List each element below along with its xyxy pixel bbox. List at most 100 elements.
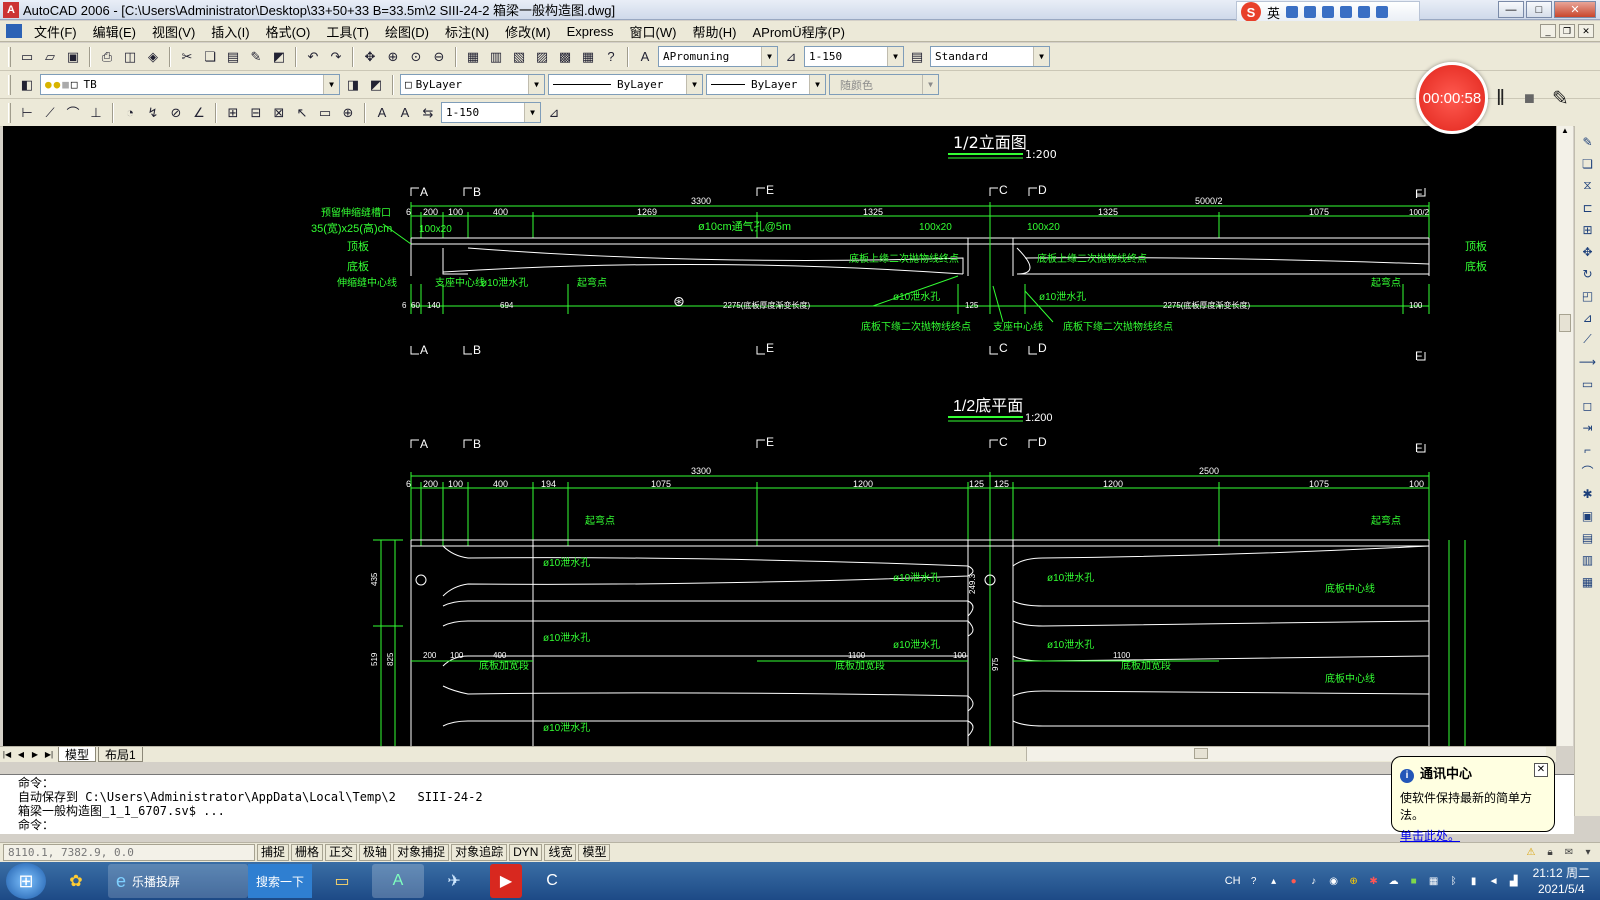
- toggle-grid[interactable]: 栅格: [291, 844, 324, 861]
- move-icon[interactable]: ✥: [1578, 242, 1598, 261]
- moon-icon[interactable]: [1286, 6, 1299, 18]
- color-control[interactable]: □ ByLayer ▼: [400, 74, 545, 95]
- clock[interactable]: 21:12 周二 2021/5/4: [1533, 865, 1590, 897]
- ime-toolbar[interactable]: S 英: [1236, 1, 1420, 23]
- menu-view[interactable]: 视图(V): [144, 22, 203, 41]
- cad-tool-icon[interactable]: ✈: [428, 864, 480, 898]
- menu-dimension[interactable]: 标注(N): [437, 22, 497, 41]
- pan-icon[interactable]: ✥: [360, 47, 380, 67]
- extend-icon[interactable]: ⟶: [1578, 352, 1598, 371]
- next-tab-icon[interactable]: ▶: [28, 748, 42, 762]
- rotate-icon[interactable]: ↻: [1578, 264, 1598, 283]
- last-tab-icon[interactable]: ▶|: [42, 748, 56, 762]
- make-current-icon[interactable]: ◨: [343, 75, 363, 95]
- chamfer-icon[interactable]: ⌐: [1578, 440, 1598, 459]
- dim-style-icon[interactable]: ⊿: [781, 47, 801, 67]
- menu-modify[interactable]: 修改(M): [497, 22, 559, 41]
- draworder-under-icon[interactable]: ▦: [1578, 572, 1598, 591]
- input-language[interactable]: CH: [1225, 875, 1241, 887]
- gpu-icon[interactable]: ■: [1407, 874, 1421, 888]
- balloon-close-button[interactable]: ✕: [1534, 763, 1548, 777]
- break-at-point-icon[interactable]: ◻: [1578, 396, 1598, 415]
- tab-model[interactable]: 模型: [58, 747, 97, 762]
- chevron-down-icon[interactable]: ▼: [323, 75, 339, 94]
- cut-icon[interactable]: ✂: [177, 47, 197, 67]
- doc-restore-icon[interactable]: ❐: [1559, 24, 1575, 38]
- keyboard-icon[interactable]: [1322, 6, 1335, 18]
- trim-icon[interactable]: ⟋: [1578, 330, 1598, 349]
- sogou-logo-icon[interactable]: S: [1241, 2, 1261, 22]
- quick-dim-icon[interactable]: ⊞: [223, 103, 243, 123]
- first-tab-icon[interactable]: |◀: [0, 748, 14, 762]
- punctuation-icon[interactable]: [1304, 6, 1317, 18]
- angular-dim-icon[interactable]: ∠: [189, 103, 209, 123]
- chevron-down-icon[interactable]: ▼: [524, 103, 540, 122]
- mirror-icon[interactable]: ⧖: [1578, 176, 1598, 195]
- antivirus-icon[interactable]: ✱: [1367, 874, 1381, 888]
- linear-dim-icon[interactable]: ⊢: [17, 103, 37, 123]
- dim-edit-icon[interactable]: A: [372, 103, 392, 123]
- lineweight-control[interactable]: ByLayer ▼: [706, 74, 826, 95]
- markup-icon[interactable]: ▩: [555, 47, 575, 67]
- properties-icon[interactable]: ▦: [463, 47, 483, 67]
- undo-icon[interactable]: ↶: [303, 47, 323, 67]
- match-properties-icon[interactable]: ✎: [246, 47, 266, 67]
- design-center-icon[interactable]: ▥: [486, 47, 506, 67]
- block-editor-icon[interactable]: ◩: [269, 47, 289, 67]
- table-style-icon[interactable]: ▤: [907, 47, 927, 67]
- toggle-osnap[interactable]: 对象捕捉: [393, 844, 450, 861]
- fillet-icon[interactable]: ⌒: [1578, 462, 1598, 481]
- radius-dim-icon[interactable]: ◔: [120, 103, 140, 123]
- add-icon[interactable]: ⊕: [1347, 874, 1361, 888]
- save-icon[interactable]: ▣: [63, 47, 83, 67]
- tolerance-icon[interactable]: ▭: [315, 103, 335, 123]
- doc-minimize-icon[interactable]: _: [1540, 24, 1556, 38]
- power-icon[interactable]: ▮: [1467, 874, 1481, 888]
- calculator-icon[interactable]: ▦: [578, 47, 598, 67]
- chevron-down-icon[interactable]: ▼: [1033, 47, 1049, 66]
- doc-close-icon[interactable]: ✕: [1578, 24, 1594, 38]
- publish-icon[interactable]: ◈: [143, 47, 163, 67]
- open-icon[interactable]: ▱: [40, 47, 60, 67]
- center-mark-icon[interactable]: ⊕: [338, 103, 358, 123]
- menu-arrow-icon[interactable]: ▾: [1580, 845, 1596, 860]
- menu-insert[interactable]: 插入(I): [203, 22, 257, 41]
- copy-icon[interactable]: ❏: [200, 47, 220, 67]
- redo-icon[interactable]: ↷: [326, 47, 346, 67]
- maximize-button[interactable]: □: [1526, 1, 1552, 18]
- vertical-scroll-thumb[interactable]: [1559, 314, 1571, 332]
- menu-draw[interactable]: 绘图(D): [377, 22, 437, 41]
- recorder-tray-icon[interactable]: ●: [1287, 874, 1301, 888]
- toggle-dyn[interactable]: DYN: [509, 844, 543, 861]
- layer-manager-icon[interactable]: ◧: [17, 75, 37, 95]
- pen-icon[interactable]: ✎: [1552, 84, 1569, 112]
- menu-tools[interactable]: 工具(T): [318, 22, 377, 41]
- security-icon[interactable]: ◉: [1327, 874, 1341, 888]
- new-icon[interactable]: ▭: [17, 47, 37, 67]
- baseline-dim-icon[interactable]: ⊟: [246, 103, 266, 123]
- array-icon[interactable]: ⊞: [1578, 220, 1598, 239]
- arc-length-icon[interactable]: ⌒: [63, 103, 83, 123]
- cad-drawing[interactable]: 1/2立面图 1:200 A B E C D F 3300 5000/2 6 2…: [3, 126, 1556, 746]
- print-icon[interactable]: ⎙: [97, 47, 117, 67]
- scale-icon[interactable]: ◰: [1578, 286, 1598, 305]
- dim-update-icon[interactable]: ⇆: [418, 103, 438, 123]
- pause-icon[interactable]: ‖: [1496, 84, 1505, 112]
- ordinate-dim-icon[interactable]: ⊥: [86, 103, 106, 123]
- table-style-select[interactable]: Standard ▼: [930, 46, 1050, 67]
- prev-tab-icon[interactable]: ◀: [14, 748, 28, 762]
- text-style-select[interactable]: APromuning ▼: [658, 46, 778, 67]
- stop-icon[interactable]: ■: [1524, 84, 1535, 112]
- horizontal-scroll-thumb[interactable]: [1194, 748, 1208, 759]
- draworder-above-icon[interactable]: ▥: [1578, 550, 1598, 569]
- command-prompt[interactable]: 命令：: [18, 818, 1574, 832]
- menu-window[interactable]: 窗口(W): [622, 22, 685, 41]
- toolbar-grip[interactable]: [8, 102, 11, 123]
- jogged-dim-icon[interactable]: ↯: [143, 103, 163, 123]
- draworder-icon[interactable]: ▣: [1578, 506, 1598, 525]
- toggle-ortho[interactable]: 正交: [325, 844, 358, 861]
- sheet-set-icon[interactable]: ▨: [532, 47, 552, 67]
- explode-icon[interactable]: ✱: [1578, 484, 1598, 503]
- skin-icon[interactable]: [1358, 6, 1371, 18]
- user-icon[interactable]: [1340, 6, 1353, 18]
